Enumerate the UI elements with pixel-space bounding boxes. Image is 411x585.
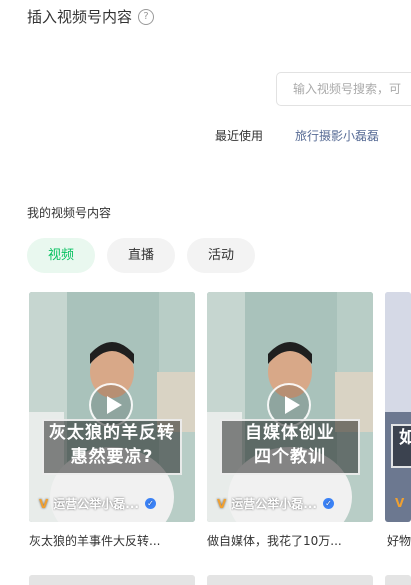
caption-line: 四个教训 [254, 447, 326, 467]
tab-video[interactable]: 视频 [27, 238, 95, 273]
caption-line: 自媒体创业 [245, 423, 335, 443]
video-card[interactable]: 自媒体创业 四个教训 ᐯ 运营公举小磊... ✓ [207, 292, 373, 522]
caption-line: 惠然要凉? [70, 447, 154, 467]
video-description: 好物 [387, 534, 411, 548]
video-card[interactable] [29, 575, 195, 585]
section-title: 我的视频号内容 [27, 206, 112, 220]
author-row: ᐯ 运营公举小磊... ✓ [217, 495, 367, 512]
author-name: 运营公举小磊... [53, 497, 139, 511]
video-card[interactable]: 如 ᐯ [385, 292, 411, 522]
caption-line: 灰太狼的羊反转 [49, 423, 175, 443]
tab-live[interactable]: 直播 [107, 238, 175, 273]
help-icon[interactable]: ? [138, 8, 155, 25]
video-description: 灰太狼的羊事件大反转... [29, 534, 161, 548]
video-card[interactable]: 灰太狼的羊反转 惠然要凉? ᐯ 运营公举小磊... ✓ [29, 292, 195, 522]
channel-logo-icon: ᐯ [217, 496, 227, 511]
tab-activity[interactable]: 活动 [187, 238, 255, 273]
verified-icon: ✓ [322, 498, 334, 509]
video-thumbnail [385, 292, 411, 522]
video-description: 做自媒体，我花了10万... [207, 534, 342, 548]
video-caption: 灰太狼的羊反转 惠然要凉? [42, 419, 182, 475]
recent-label: 最近使用 [215, 129, 264, 143]
dialog-title: 插入视频号内容 ? [27, 6, 155, 27]
video-card[interactable] [207, 575, 373, 585]
video-card[interactable] [385, 575, 411, 585]
channel-logo-icon: ᐯ [39, 496, 49, 511]
dialog-title-text: 插入视频号内容 [27, 8, 133, 26]
video-caption: 如 [391, 424, 411, 468]
author-row: ᐯ 运营公举小磊... ✓ [39, 495, 189, 512]
caption-line: 如 [399, 428, 411, 448]
verified-icon: ✓ [144, 498, 156, 509]
author-name: 运营公举小磊... [231, 497, 317, 511]
video-caption: 自媒体创业 四个教训 [220, 419, 360, 475]
search-input[interactable]: 输入视频号搜索，可 [276, 72, 411, 106]
recent-account-link[interactable]: 旅行摄影小磊磊 [295, 127, 379, 144]
channel-logo-icon: ᐯ [395, 496, 405, 510]
